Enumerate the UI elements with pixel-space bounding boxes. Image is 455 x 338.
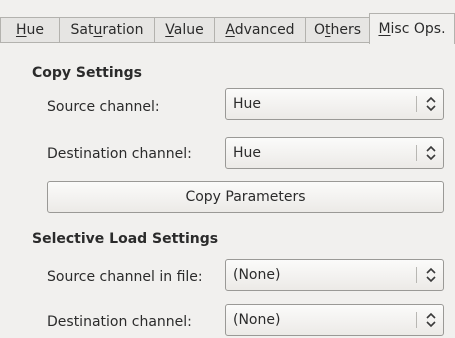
copy-parameters-button[interactable]: Copy Parameters <box>47 181 444 213</box>
tab-saturation-label: Saturation <box>70 22 144 38</box>
up-down-chevron-icon <box>426 312 436 328</box>
tab-misc-ops[interactable]: Misc Ops. <box>369 13 455 44</box>
combo-separator <box>416 96 417 112</box>
tab-saturation[interactable]: Saturation <box>59 17 155 42</box>
tab-others[interactable]: Others <box>305 17 370 42</box>
combo-separator <box>416 145 417 161</box>
tab-others-label: Others <box>313 22 362 38</box>
up-down-chevron-icon <box>426 96 436 112</box>
combo-separator <box>416 312 417 328</box>
tab-value[interactable]: Value <box>154 17 215 42</box>
up-down-chevron-icon <box>426 145 436 161</box>
file-source-channel-label: Source channel in file: <box>47 269 203 285</box>
source-channel-label: Source channel: <box>47 99 160 115</box>
window-content: Hue Saturation Value Advanced Others Mis… <box>0 0 455 338</box>
tab-value-label: Value <box>165 22 204 38</box>
destination-channel-value: Hue <box>233 145 262 161</box>
tab-advanced[interactable]: Advanced <box>214 17 306 42</box>
load-destination-channel-value: (None) <box>233 312 281 328</box>
tab-advanced-label: Advanced <box>225 22 295 38</box>
source-channel-value: Hue <box>233 96 262 112</box>
file-source-channel-value: (None) <box>233 267 281 283</box>
tab-misc-ops-label: Misc Ops. <box>378 21 446 37</box>
tab-hue-label: Hue <box>15 22 45 38</box>
copy-settings-title: Copy Settings <box>32 65 142 81</box>
load-destination-channel-combo[interactable]: (None) <box>225 304 444 336</box>
tab-bar: Hue Saturation Value Advanced Others Mis… <box>0 13 455 44</box>
file-source-channel-combo[interactable]: (None) <box>225 259 444 291</box>
tab-hue[interactable]: Hue <box>0 17 60 42</box>
destination-channel-label: Destination channel: <box>47 146 192 162</box>
combo-separator <box>416 267 417 283</box>
up-down-chevron-icon <box>426 267 436 283</box>
source-channel-combo[interactable]: Hue <box>225 88 444 120</box>
selective-load-settings-title: Selective Load Settings <box>32 231 219 247</box>
destination-channel-combo[interactable]: Hue <box>225 137 444 169</box>
load-destination-channel-label: Destination channel: <box>47 314 192 330</box>
